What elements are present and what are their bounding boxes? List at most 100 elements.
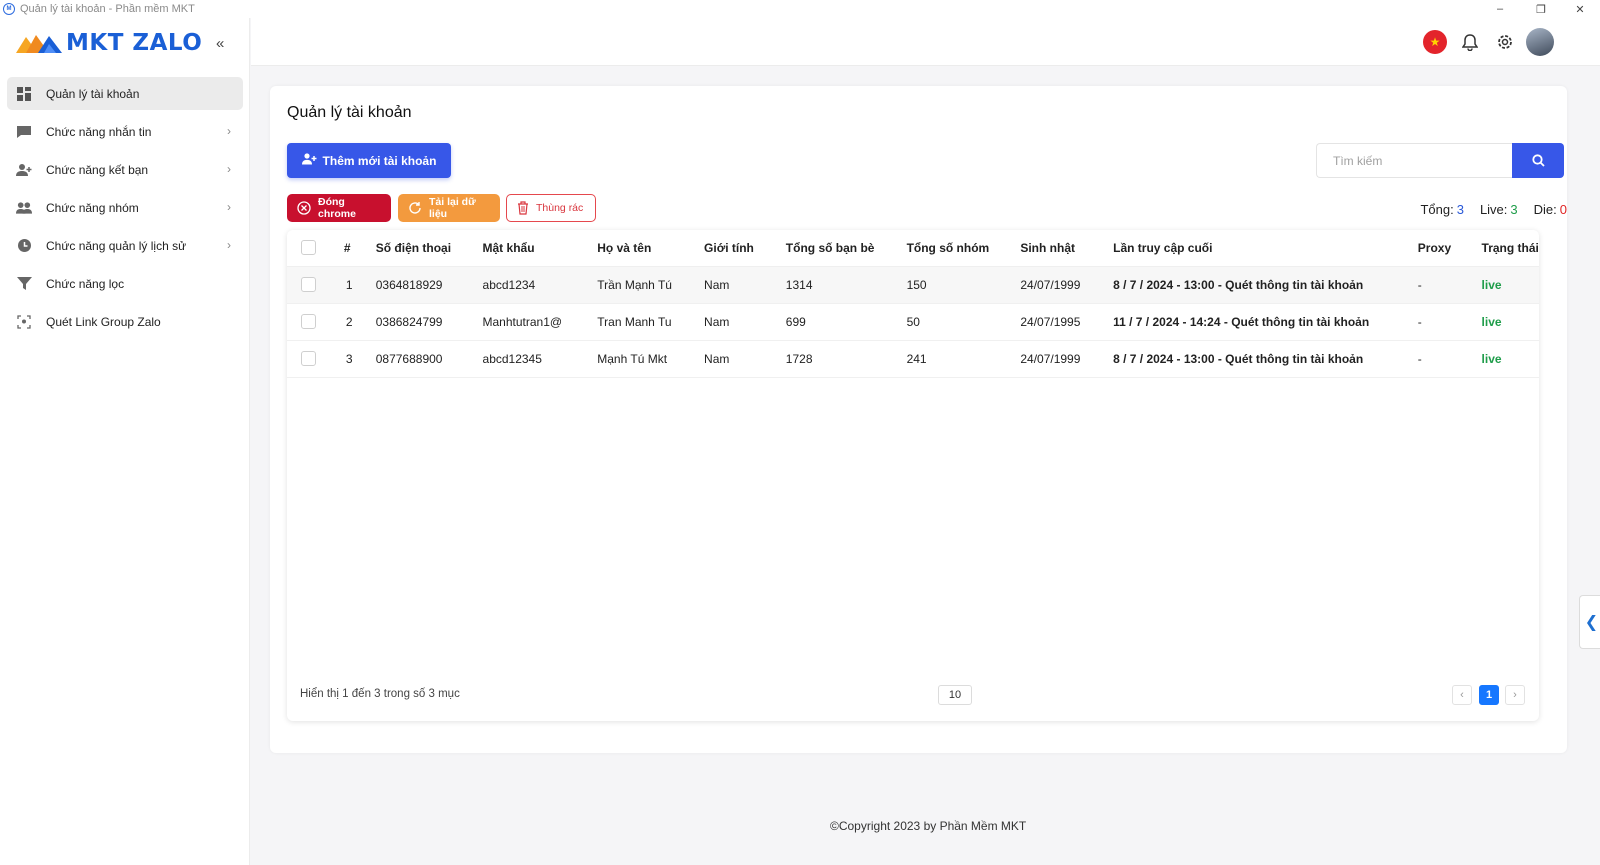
brand-name: MKT ZALO — [66, 30, 203, 56]
chevron-right-icon: › — [227, 124, 231, 138]
row-index: 3 — [327, 340, 376, 378]
app-icon: M — [3, 3, 15, 15]
add-friend-icon — [16, 162, 32, 178]
trash-icon — [517, 201, 529, 215]
column-header[interactable]: Tổng số bạn bè — [785, 230, 907, 267]
chevron-right-icon: › — [227, 238, 231, 252]
status-cell: live — [1481, 340, 1539, 378]
restore-button[interactable]: ❐ — [1521, 0, 1561, 18]
column-header[interactable]: Sinh nhật — [1020, 230, 1114, 267]
side-panel-toggle[interactable]: ❮ — [1579, 595, 1600, 649]
row-index: 1 — [327, 266, 376, 304]
add-account-button[interactable]: Thêm mới tài khoản — [287, 143, 451, 178]
table-header-row: # Số điện thoại Mật khẩu Họ và tên Giới … — [287, 230, 1539, 267]
column-header[interactable]: Mật khẩu — [482, 230, 598, 267]
avatar[interactable] — [1526, 28, 1554, 56]
close-circle-icon — [297, 201, 311, 215]
column-header[interactable]: Proxy — [1417, 230, 1482, 267]
birthday-cell: 24/07/1995 — [1020, 303, 1114, 341]
accounts-table-panel: # Số điện thoại Mật khẩu Họ và tên Giới … — [287, 230, 1539, 721]
window-title: Quản lý tài khoản - Phần mềm MKT — [20, 3, 195, 15]
sidebar-item-scan-link[interactable]: Quét Link Group Zalo — [7, 305, 243, 338]
reload-data-button[interactable]: Tải lại dữ liệu — [398, 194, 500, 222]
sidebar-item-label: Chức năng quản lý lịch sử — [46, 238, 187, 253]
vietnam-flag-icon[interactable]: ★ — [1423, 30, 1447, 54]
sidebar: MKT ZALO « Quản lý tài khoản Chức năng n… — [0, 18, 250, 865]
add-user-icon — [301, 153, 317, 168]
phone-cell: 0386824799 — [375, 303, 483, 341]
brand-logo[interactable]: MKT ZALO — [16, 30, 202, 56]
password-cell: abcd1234 — [482, 266, 598, 304]
last-access-cell: 8 / 7 / 2024 - 13:00 - Quét thông tin tà… — [1113, 340, 1418, 378]
friends-cell: 1728 — [785, 340, 907, 378]
group-icon — [16, 200, 32, 216]
history-icon — [16, 238, 32, 254]
search-input[interactable] — [1316, 143, 1512, 178]
gender-cell: Nam — [704, 266, 786, 304]
page-1-button[interactable]: 1 — [1479, 685, 1499, 705]
friends-cell: 699 — [785, 303, 907, 341]
next-page-button[interactable]: › — [1505, 685, 1525, 705]
bell-icon[interactable] — [1458, 30, 1482, 54]
sidebar-item-history[interactable]: Chức năng quản lý lịch sử › — [7, 229, 243, 262]
table-row[interactable]: 2 0386824799 Manhtutran1@ Tran Manh Tu N… — [287, 303, 1539, 341]
column-header[interactable]: # — [327, 230, 376, 267]
logo-mark-icon — [16, 35, 62, 53]
birthday-cell: 24/07/1999 — [1020, 340, 1114, 378]
proxy-cell: - — [1417, 340, 1482, 378]
column-header[interactable]: Họ và tên — [597, 230, 705, 267]
chevron-right-icon: › — [227, 162, 231, 176]
filter-icon — [16, 276, 32, 292]
sidebar-item-groups[interactable]: Chức năng nhóm › — [7, 191, 243, 224]
die-count: 0 — [1559, 202, 1567, 217]
gear-icon[interactable] — [1493, 30, 1517, 54]
row-checkbox[interactable] — [301, 314, 316, 330]
status-cell: live — [1481, 303, 1539, 341]
live-count: 3 — [1510, 202, 1518, 217]
prev-page-button[interactable]: ‹ — [1452, 685, 1472, 705]
sidebar-item-label: Chức năng kết bạn — [46, 162, 149, 177]
page-size-select[interactable]: 10 — [938, 685, 972, 705]
password-cell: Manhtutran1@ — [482, 303, 598, 341]
last-access-cell: 11 / 7 / 2024 - 14:24 - Quét thông tin t… — [1113, 303, 1418, 341]
sidebar-item-label: Chức năng lọc — [46, 276, 125, 291]
account-management-card: Quản lý tài khoản Thêm mới tài khoản Đón… — [270, 86, 1567, 753]
sidebar-item-messaging[interactable]: Chức năng nhắn tin › — [7, 115, 243, 148]
chat-icon — [16, 124, 32, 140]
sidebar-item-account-management[interactable]: Quản lý tài khoản — [7, 77, 243, 110]
close-window-button[interactable]: ✕ — [1560, 0, 1600, 18]
copyright-text: ©Copyright 2023 by Phần Mềm MKT — [830, 819, 1027, 833]
table-row[interactable]: 3 0877688900 abcd12345 Mạnh Tú Mkt Nam 1… — [287, 340, 1539, 378]
reload-data-label: Tải lại dữ liệu — [429, 196, 476, 220]
groups-cell: 150 — [906, 266, 1021, 304]
row-checkbox[interactable] — [301, 277, 316, 293]
sidebar-item-filter[interactable]: Chức năng lọc — [7, 267, 243, 300]
phone-cell: 0364818929 — [375, 266, 483, 304]
select-all-checkbox[interactable] — [301, 240, 316, 256]
search-button[interactable] — [1512, 143, 1564, 178]
table-row[interactable]: 1 0364818929 abcd1234 Trần Mạnh Tú Nam 1… — [287, 266, 1539, 304]
column-header[interactable]: Trạng thái — [1481, 230, 1539, 267]
trash-button[interactable]: Thùng rác — [506, 194, 596, 222]
close-chrome-button[interactable]: Đóng chrome — [287, 194, 391, 222]
row-checkbox[interactable] — [301, 351, 316, 367]
column-header[interactable]: Số điện thoại — [375, 230, 483, 267]
column-header[interactable]: Giới tính — [704, 230, 786, 267]
last-access-cell: 8 / 7 / 2024 - 13:00 - Quét thông tin tà… — [1113, 266, 1418, 304]
groups-cell: 50 — [906, 303, 1021, 341]
sidebar-item-label: Quản lý tài khoản — [46, 86, 140, 101]
grid-icon — [16, 86, 32, 102]
column-header[interactable]: Lần truy cập cuối — [1113, 230, 1418, 267]
reload-icon — [408, 201, 422, 215]
sidebar-item-add-friend[interactable]: Chức năng kết bạn › — [7, 153, 243, 186]
minimize-button[interactable]: – — [1480, 0, 1520, 18]
name-cell: Tran Manh Tu — [597, 303, 705, 341]
live-label: Live: — [1479, 202, 1508, 217]
add-account-label: Thêm mới tài khoản — [322, 153, 437, 168]
accounts-table: # Số điện thoại Mật khẩu Họ và tên Giới … — [287, 230, 1539, 378]
sidebar-item-label: Chức năng nhóm — [46, 200, 139, 215]
sidebar-nav: Quản lý tài khoản Chức năng nhắn tin › C… — [7, 77, 243, 343]
column-header[interactable]: Tổng số nhóm — [906, 230, 1021, 267]
collapse-sidebar-icon[interactable]: « — [216, 35, 224, 52]
die-label: Die: — [1533, 202, 1557, 217]
